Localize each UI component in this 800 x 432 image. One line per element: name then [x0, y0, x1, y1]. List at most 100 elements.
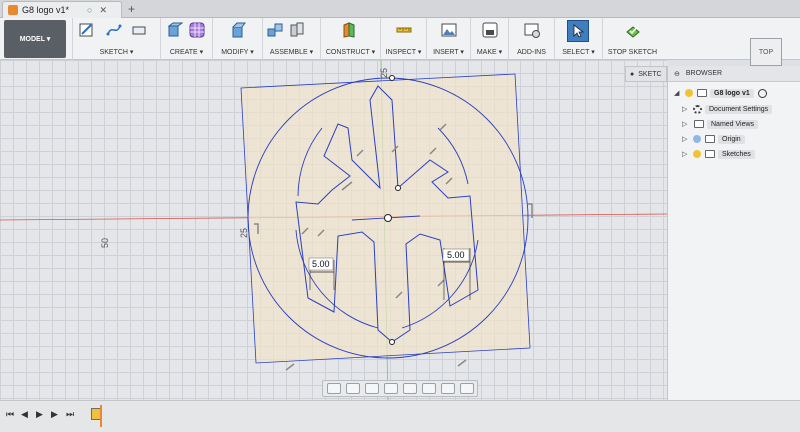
sync-status-icon: ○ [87, 5, 93, 15]
joint-icon [290, 22, 304, 37]
make-group[interactable]: MAKE ▾ [470, 18, 508, 60]
browser-item-root[interactable]: ◢ G8 logo v1 [674, 86, 767, 100]
rectangle-icon [132, 26, 146, 35]
inspect-menu-label: INSPECT ▾ [385, 49, 422, 56]
dimension-right-value[interactable]: 5.00 [447, 250, 465, 260]
go-to-end-icon[interactable]: ⏭ [66, 409, 74, 420]
construct-menu-label: CONSTRUCT ▾ [325, 49, 376, 56]
inspect-group[interactable]: INSPECT ▾ [380, 18, 426, 60]
step-back-icon[interactable]: ◀ [21, 409, 28, 420]
browser-item-label: G8 logo v1 [710, 88, 754, 98]
stop-sketch-icon [626, 26, 640, 38]
view-cube-face-label: TOP [758, 48, 774, 56]
create-group[interactable]: CREATE ▾ [160, 18, 212, 60]
sketch-point[interactable] [389, 75, 395, 81]
sketch-canvas[interactable]: 5.00 5.00 25 25 50 [0, 60, 667, 400]
browser-item-document-settings[interactable]: ▷ Document Settings [682, 102, 773, 116]
dimension-25-left[interactable]: 25 [239, 228, 249, 238]
new-component-icon [267, 23, 283, 37]
activate-radio-icon[interactable] [757, 88, 767, 98]
addins-menu-label: ADD-INS [517, 49, 546, 56]
insert-image-icon [441, 23, 457, 37]
display-settings-icon[interactable] [422, 383, 436, 394]
document-tab[interactable]: G8 logo v1* ○ ✕ [2, 1, 122, 18]
form-icon [189, 22, 205, 38]
fit-icon[interactable] [403, 383, 417, 394]
close-tab-icon[interactable]: ✕ [99, 5, 107, 16]
expand-arrow-icon[interactable]: ▷ [682, 150, 690, 158]
expand-arrow-icon[interactable]: ▷ [682, 120, 690, 128]
dimension-25-top[interactable]: 25 [379, 68, 389, 78]
gear-icon [693, 104, 702, 114]
visibility-bulb-icon[interactable] [693, 135, 701, 143]
palette-gear-icon: ● [630, 70, 635, 78]
timeline: ⏮ ◀ ▶ ▶ ⏭ [0, 400, 800, 432]
sketch-drawing[interactable] [0, 60, 667, 400]
offset-plane-icon [343, 22, 355, 38]
visibility-bulb-icon[interactable] [693, 150, 701, 158]
browser-panel: ⊖ BROWSER ◢ G8 logo v1 ▷ Document Settin… [667, 66, 800, 400]
sketch-group[interactable]: SKETCH ▾ [72, 18, 160, 60]
3d-print-icon [482, 22, 498, 38]
create-menu-label: CREATE ▾ [169, 49, 204, 56]
modify-group[interactable]: MODIFY ▾ [212, 18, 262, 60]
origin-point[interactable] [384, 214, 392, 222]
toolbar: MODEL ▾ SKETCH ▾ CREATE ▾ MODIFY ▾ ASSEM… [0, 18, 800, 60]
collapse-icon[interactable]: ⊖ [674, 70, 680, 78]
spline-icon [106, 24, 122, 36]
document-tab-bar: G8 logo v1* ○ ✕ + [0, 0, 800, 18]
document-title: G8 logo v1* [22, 5, 70, 15]
make-menu-label: MAKE ▾ [476, 49, 503, 56]
play-icon[interactable]: ▶ [36, 409, 43, 420]
collapse-arrow-icon[interactable]: ◢ [674, 89, 682, 97]
workspace-switcher-button[interactable]: MODEL ▾ [4, 20, 66, 58]
go-to-start-icon[interactable]: ⏮ [6, 409, 14, 420]
stop-sketch-label: STOP SKETCH [607, 49, 658, 56]
sketch-point[interactable] [395, 185, 401, 191]
folder-icon [705, 135, 715, 143]
viewports-icon[interactable] [460, 383, 474, 394]
expand-arrow-icon[interactable]: ▷ [682, 135, 690, 143]
assemble-menu-label: ASSEMBLE ▾ [269, 49, 314, 56]
expand-arrow-icon[interactable]: ▷ [682, 105, 690, 113]
sketch-palette-tab[interactable]: ● SKETC [625, 66, 667, 82]
dimension-left-value[interactable]: 5.00 [312, 259, 330, 269]
orbit-icon[interactable] [327, 383, 341, 394]
zoom-icon[interactable] [384, 383, 398, 394]
look-at-icon[interactable] [346, 383, 360, 394]
modify-menu-label: MODIFY ▾ [221, 49, 254, 56]
extrude-icon [167, 22, 183, 37]
create-sketch-icon [79, 23, 93, 37]
select-arrow-icon [573, 24, 585, 38]
dimension-50[interactable]: 50 [100, 238, 110, 248]
browser-item-label: Document Settings [705, 104, 773, 114]
construct-group[interactable]: CONSTRUCT ▾ [320, 18, 380, 60]
measure-icon [396, 27, 412, 33]
fusion-document-icon [8, 5, 18, 15]
browser-item-label: Sketches [718, 149, 755, 159]
document-icon [697, 89, 707, 97]
new-tab-button[interactable]: + [128, 2, 135, 16]
navigation-bar [322, 380, 478, 397]
timeline-marker[interactable] [100, 405, 102, 427]
stop-sketch-group[interactable]: STOP SKETCH [602, 18, 662, 60]
select-group[interactable]: SELECT ▾ [554, 18, 602, 60]
visibility-bulb-icon[interactable] [685, 89, 693, 97]
browser-item-named-views[interactable]: ▷ Named Views [682, 117, 759, 131]
insert-group[interactable]: INSERT ▾ [426, 18, 470, 60]
browser-item-sketches[interactable]: ▷ Sketches [682, 147, 755, 161]
addins-group[interactable]: ADD-INS [508, 18, 554, 60]
browser-header[interactable]: ⊖ BROWSER [668, 66, 800, 82]
browser-item-origin[interactable]: ▷ Origin [682, 132, 745, 146]
step-forward-icon[interactable]: ▶ [51, 409, 58, 420]
select-menu-label: SELECT ▾ [562, 49, 595, 56]
grid-settings-icon[interactable] [441, 383, 455, 394]
assemble-group[interactable]: ASSEMBLE ▾ [262, 18, 320, 60]
sketch-point[interactable] [389, 339, 395, 345]
view-cube[interactable]: TOP [750, 38, 782, 66]
pan-icon[interactable] [365, 383, 379, 394]
browser-item-label: Origin [718, 134, 745, 144]
folder-icon [705, 150, 715, 158]
folder-icon [694, 120, 704, 128]
sketch-menu-label: SKETCH ▾ [99, 49, 134, 56]
